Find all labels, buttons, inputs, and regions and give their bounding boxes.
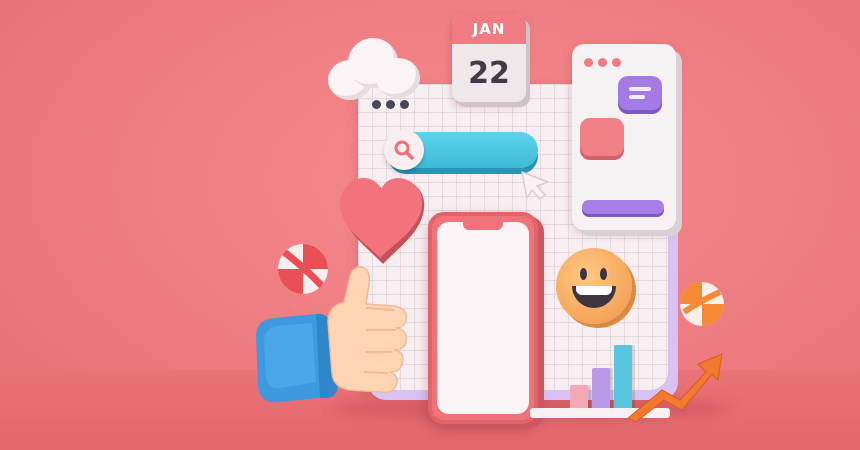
window-dot [386, 100, 395, 109]
chart-bar [570, 385, 588, 408]
window-dots [372, 100, 409, 109]
window-dot [612, 58, 621, 67]
calendar-day: 22 [468, 55, 510, 91]
smartphone [428, 212, 538, 424]
growth-arrow-icon [624, 350, 724, 426]
input-bar [582, 200, 664, 214]
beach-ball-icon [680, 282, 724, 326]
window-dots [584, 58, 621, 67]
thumbs-up-hand-icon [254, 262, 414, 416]
phone-screen[interactable] [437, 222, 529, 414]
calendar-month: JAN [452, 14, 526, 44]
phone-notch [463, 222, 503, 230]
window-dot [400, 100, 409, 109]
cursor-arrow-icon [518, 168, 552, 206]
cloud-icon [328, 36, 420, 100]
window-dot [584, 58, 593, 67]
message-bubble-icon [580, 118, 624, 156]
smiley-face-icon [556, 248, 632, 324]
heart-icon [338, 176, 428, 272]
search-icon[interactable] [384, 130, 424, 170]
calendar-icon: JAN 22 [452, 14, 526, 102]
chart-bar [592, 368, 610, 408]
chat-bubble-icon [618, 76, 662, 110]
window-dot [598, 58, 607, 67]
chat-card [572, 44, 676, 230]
window-dot [372, 100, 381, 109]
search-bar[interactable] [384, 130, 538, 170]
